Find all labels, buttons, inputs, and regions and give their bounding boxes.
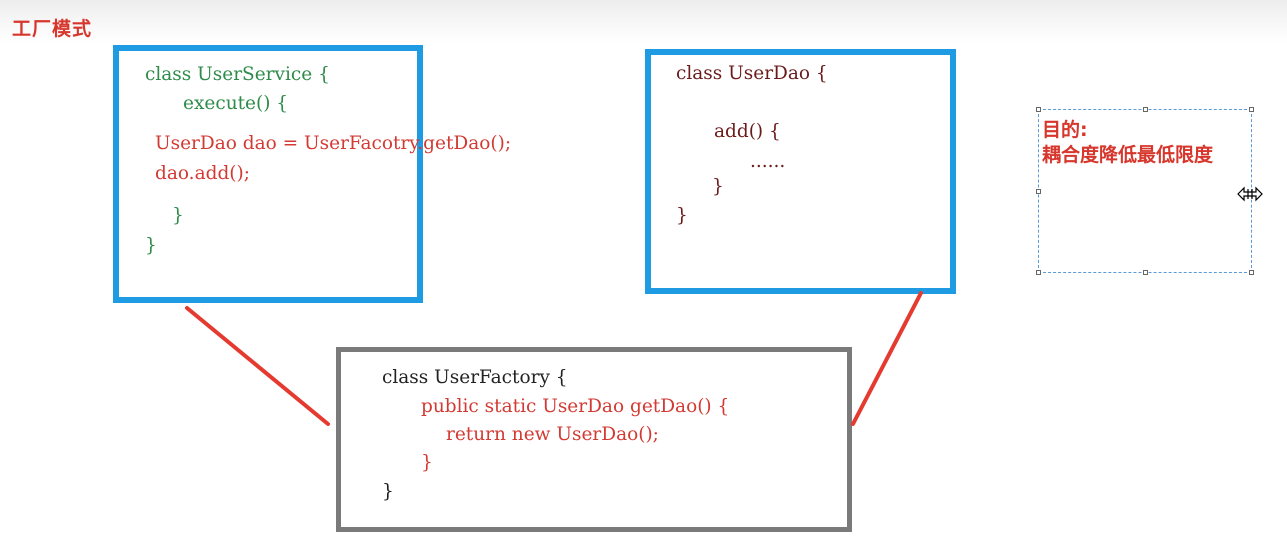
resize-handle-middle-left[interactable] <box>1036 189 1041 194</box>
goal-description: 耦合度降低最低限度 <box>1042 144 1214 166</box>
resize-handle-bottom-left[interactable] <box>1036 270 1041 275</box>
resize-handle-top-center[interactable] <box>1143 107 1148 112</box>
resize-handle-bottom-center[interactable] <box>1143 270 1148 275</box>
goal-text-content: 目的: 耦合度降低最低限度 <box>1042 118 1242 168</box>
horizontal-resize-cursor-icon <box>1237 186 1263 202</box>
goal-label: 目的: <box>1042 119 1088 141</box>
slide-canvas: 工厂模式 class UserService { execute() { Use… <box>0 0 1287 553</box>
connector-lines <box>185 291 923 426</box>
resize-handle-bottom-right[interactable] <box>1249 270 1254 275</box>
resize-handle-top-right[interactable] <box>1249 107 1254 112</box>
connector-dao-to-factory <box>851 291 923 426</box>
connector-service-to-factory <box>185 306 330 426</box>
resize-handle-top-left[interactable] <box>1036 107 1041 112</box>
